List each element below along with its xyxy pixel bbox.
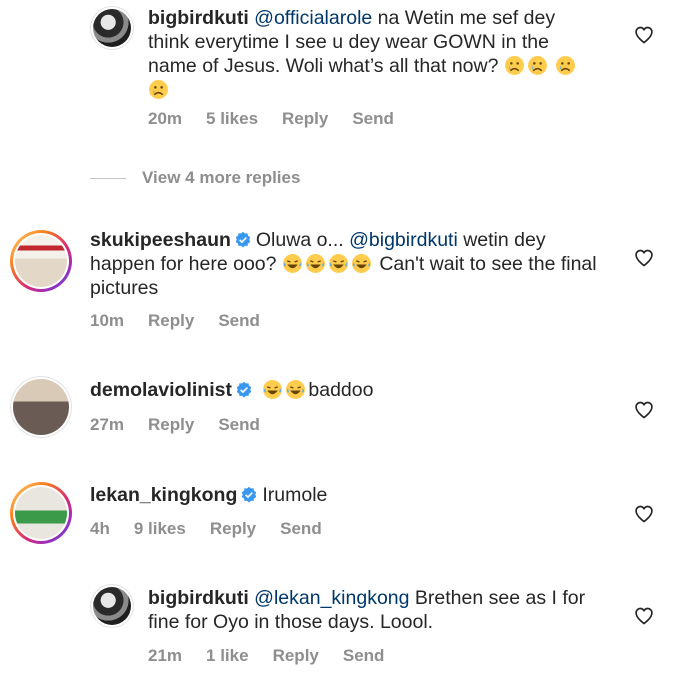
comment-reply: bigbirdkuti @lekan_kingkong Brethen see … bbox=[0, 578, 696, 675]
comment-time: 4h bbox=[90, 519, 110, 538]
heart-outline-icon[interactable] bbox=[634, 248, 654, 268]
send-button[interactable]: Send bbox=[343, 646, 385, 665]
likes-count[interactable]: 1 like bbox=[206, 646, 249, 665]
comment-text: Oluwa o... bbox=[255, 229, 350, 251]
comment-username[interactable]: skukipeeshaun bbox=[90, 229, 231, 251]
send-button[interactable]: Send bbox=[218, 311, 260, 330]
heart-outline-icon[interactable] bbox=[634, 504, 654, 524]
avatar[interactable] bbox=[90, 6, 134, 50]
send-button[interactable]: Send bbox=[218, 415, 260, 434]
comment-username[interactable]: lekan_kingkong bbox=[90, 484, 237, 506]
comment-mention[interactable]: @officialarole bbox=[254, 7, 372, 29]
verified-badge-icon bbox=[235, 231, 251, 248]
heart-outline-icon[interactable] bbox=[634, 25, 654, 45]
avatar-frame bbox=[13, 485, 69, 541]
avatar[interactable] bbox=[10, 482, 72, 544]
crying-face-emoji bbox=[149, 80, 168, 99]
comment-meta: 21m 1 like Reply Send bbox=[148, 646, 408, 666]
tears-of-joy-emoji bbox=[286, 380, 306, 399]
send-button[interactable]: Send bbox=[280, 519, 322, 538]
avatar-frame bbox=[91, 7, 133, 49]
tears-of-joy-emoji bbox=[282, 254, 302, 273]
verified-badge-icon bbox=[236, 381, 252, 398]
tears-of-joy-emoji bbox=[351, 254, 371, 273]
avatar-image bbox=[93, 9, 131, 47]
comment-username[interactable]: demolaviolinist bbox=[90, 379, 232, 401]
tears-of-joy-emoji bbox=[263, 380, 283, 399]
comment-username[interactable]: bigbirdkuti bbox=[148, 587, 249, 609]
comment-mention[interactable]: @bigbirdkuti bbox=[349, 229, 458, 251]
crying-face-emoji bbox=[504, 56, 524, 75]
avatar[interactable] bbox=[10, 230, 72, 292]
avatar[interactable] bbox=[90, 584, 134, 628]
crying-face-emoji bbox=[527, 56, 547, 75]
comment-body: demolaviolinist baddoo bbox=[90, 378, 600, 402]
avatar-frame bbox=[11, 377, 71, 437]
crying-face-emoji bbox=[556, 56, 576, 75]
reply-button[interactable]: Reply bbox=[273, 646, 319, 665]
comment-body: lekan_kingkong Irumole bbox=[90, 483, 600, 507]
reply-button[interactable]: Reply bbox=[148, 415, 194, 434]
avatar-frame bbox=[91, 585, 133, 627]
likes-count[interactable]: 5 likes bbox=[206, 109, 258, 128]
avatar-frame bbox=[13, 233, 69, 289]
reply-button[interactable]: Reply bbox=[210, 519, 256, 538]
divider bbox=[90, 178, 126, 180]
tears-of-joy-emoji bbox=[305, 254, 325, 273]
tears-of-joy-emoji bbox=[328, 254, 348, 273]
verified-badge-icon bbox=[242, 486, 257, 503]
comment-meta: 20m 5 likes Reply Send bbox=[148, 109, 418, 129]
comment-body: bigbirdkuti @lekan_kingkong Brethen see … bbox=[148, 586, 598, 634]
heart-outline-icon[interactable] bbox=[634, 606, 654, 626]
view-more-label: View 4 more replies bbox=[142, 168, 301, 187]
comment-time: 21m bbox=[148, 646, 183, 665]
avatar-image bbox=[15, 487, 67, 539]
view-more-replies[interactable]: View 4 more replies bbox=[90, 168, 300, 188]
comment-mention[interactable]: @lekan_kingkong bbox=[254, 587, 409, 609]
comment-time: 20m bbox=[148, 109, 183, 128]
heart-outline-icon[interactable] bbox=[634, 400, 654, 420]
avatar-image bbox=[15, 235, 67, 287]
reply-button[interactable]: Reply bbox=[282, 109, 328, 128]
comment-username[interactable]: bigbirdkuti bbox=[148, 7, 249, 29]
comment-text: Irumole bbox=[262, 484, 328, 506]
comment: lekan_kingkong Irumole 4h 9 likes Reply Send bbox=[0, 474, 696, 564]
comment-meta: 4h 9 likes Reply Send bbox=[90, 519, 346, 539]
send-button[interactable]: Send bbox=[352, 109, 394, 128]
comment-text: baddoo bbox=[308, 379, 374, 401]
avatar-image bbox=[93, 587, 131, 625]
comment-meta: 27m Reply Send bbox=[90, 415, 284, 435]
avatar-image bbox=[13, 379, 69, 435]
comment: skukipeeshaun Oluwa o... @bigbirdkuti wet… bbox=[0, 222, 696, 342]
comment-body: bigbirdkuti @officialarole na Wetin me s… bbox=[148, 6, 598, 102]
reply-button[interactable]: Reply bbox=[148, 311, 194, 330]
comment-meta: 10m Reply Send bbox=[90, 311, 284, 331]
comment-body: skukipeeshaun Oluwa o... @bigbirdkuti wet… bbox=[90, 228, 600, 300]
comment-time: 27m bbox=[90, 415, 125, 434]
likes-count[interactable]: 9 likes bbox=[134, 519, 186, 538]
comment: demolaviolinist baddoo 27m Reply Send bbox=[0, 370, 696, 460]
comment-time: 10m bbox=[90, 311, 125, 330]
avatar[interactable] bbox=[10, 376, 72, 438]
comment-reply: bigbirdkuti @officialarole na Wetin me s… bbox=[0, 0, 696, 150]
